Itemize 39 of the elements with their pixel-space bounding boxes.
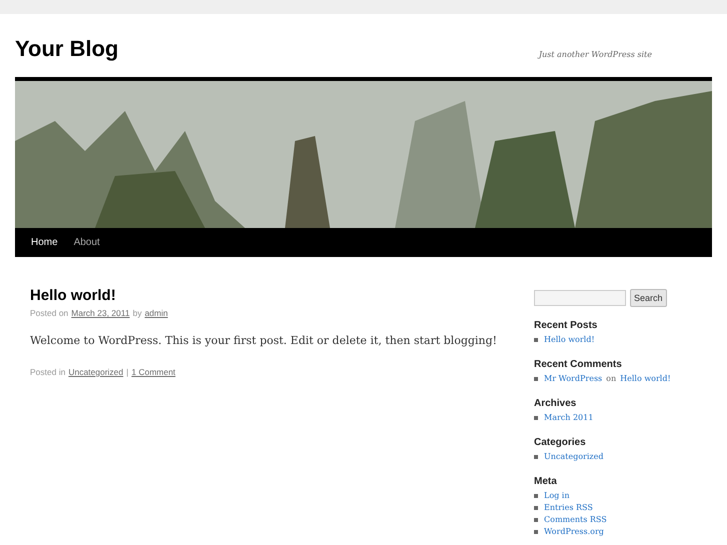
search-button[interactable]: Search <box>630 289 667 307</box>
bullet-icon <box>534 377 538 381</box>
widget-link[interactable]: Uncategorized <box>544 451 604 463</box>
meta-text: Posted in <box>30 367 66 377</box>
widget-link[interactable]: Mr WordPress <box>544 373 602 385</box>
meta-text: | <box>126 367 128 377</box>
widget-title: Recent Comments <box>534 359 623 371</box>
bullet-icon <box>534 530 538 534</box>
widget-link[interactable]: WordPress.org <box>544 526 604 538</box>
meta-link[interactable]: March 23, 2011 <box>71 308 130 318</box>
bullet-icon <box>534 338 538 342</box>
meta-link[interactable]: Uncategorized <box>68 367 124 377</box>
bullet-icon <box>534 416 538 420</box>
widget-title: Meta <box>534 476 558 488</box>
widget-link[interactable]: Hello world! <box>544 334 595 346</box>
search-field[interactable] <box>534 290 626 306</box>
bullet-icon <box>534 506 538 510</box>
bullet-icon <box>534 494 538 498</box>
widget-text: on <box>606 373 616 385</box>
meta-link[interactable]: admin <box>144 308 168 318</box>
meta-link[interactable]: 1 Comment <box>131 367 176 377</box>
widget-link[interactable]: Log in <box>544 490 570 502</box>
nav-link[interactable]: Home <box>23 233 66 252</box>
widget-title: Recent Posts <box>534 320 598 332</box>
widget-title: Categories <box>534 437 587 449</box>
post-title[interactable]: Hello world! <box>30 287 534 304</box>
widget-link[interactable]: Comments RSS <box>544 514 607 526</box>
site-tagline: Just another WordPress site <box>538 50 652 61</box>
widget-link[interactable]: Entries RSS <box>544 502 593 514</box>
widget-title: Archives <box>534 398 578 410</box>
widget-link[interactable]: Hello world! <box>620 373 671 385</box>
meta-text: by <box>132 308 142 318</box>
bullet-icon <box>534 518 538 522</box>
nav-link[interactable]: About <box>66 233 108 252</box>
widget-link[interactable]: March 2011 <box>544 412 594 424</box>
bullet-icon <box>534 455 538 459</box>
site-title[interactable]: Your Blog <box>15 36 118 65</box>
post-body: Welcome to WordPress. This is your first post. Edit or delete it, then start blogging! <box>30 334 498 347</box>
meta-text: Posted on <box>30 308 68 318</box>
